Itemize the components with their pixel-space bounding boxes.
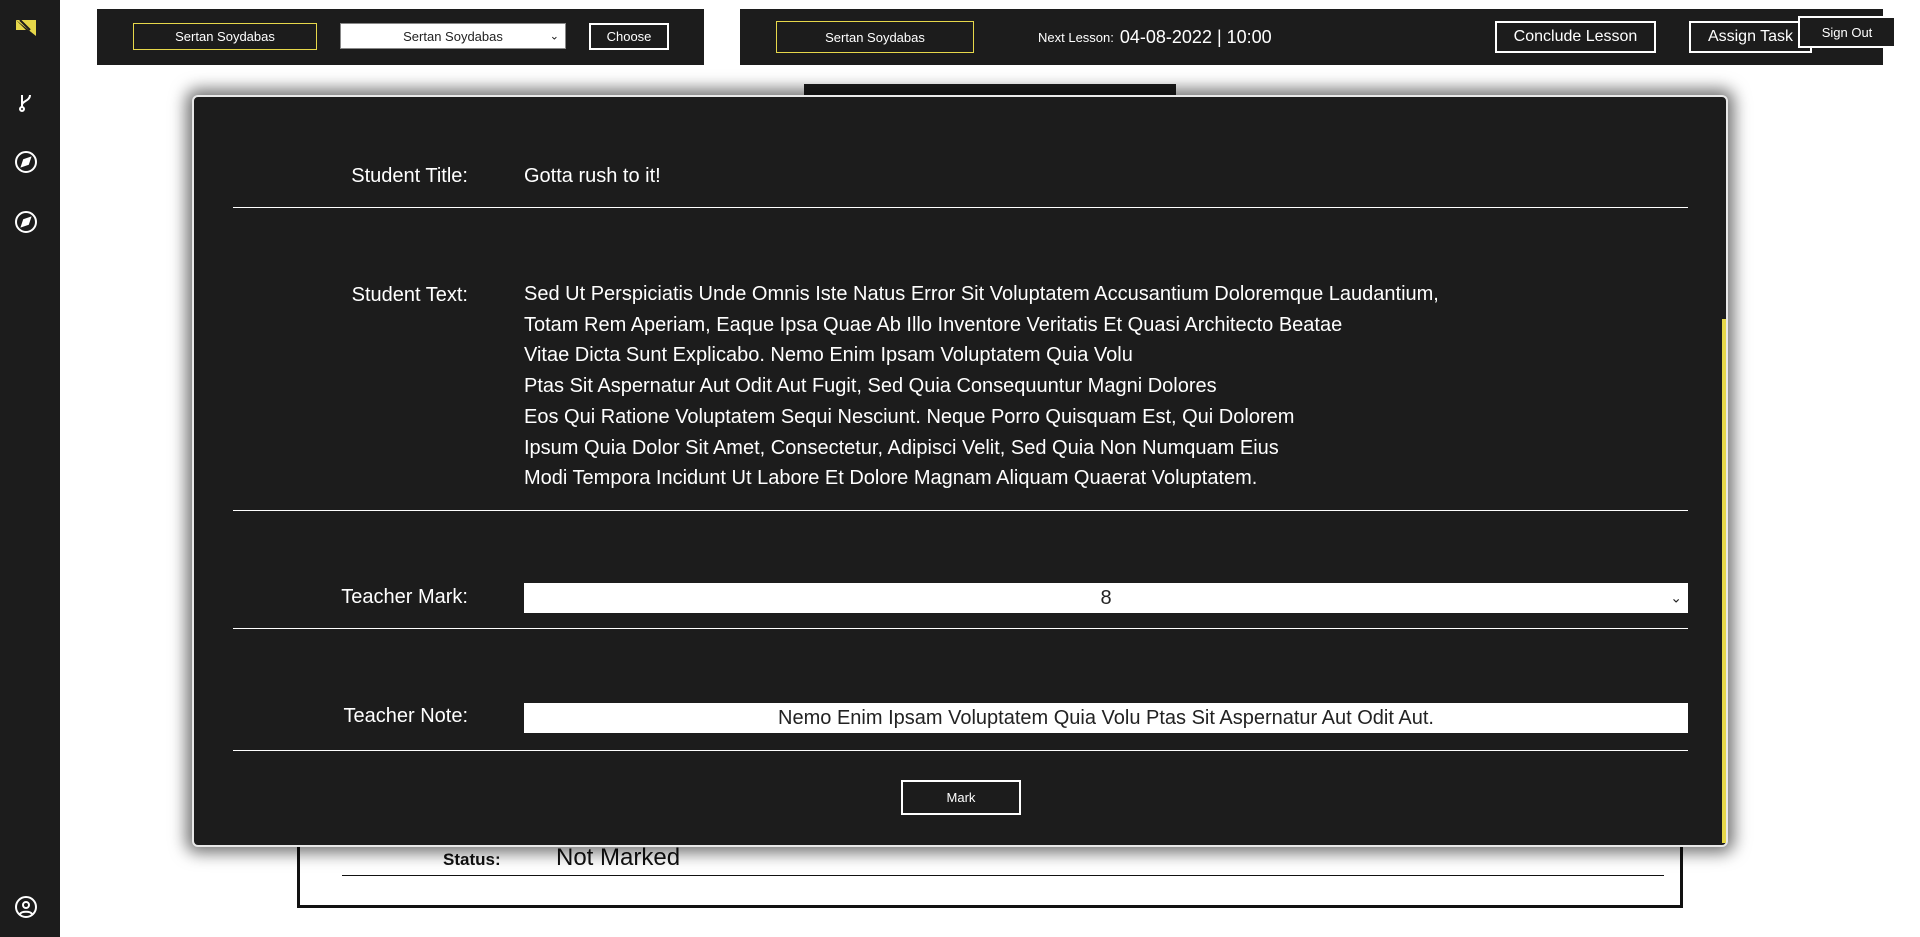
next-lesson-label: Next Lesson: xyxy=(1038,29,1114,45)
branch-icon[interactable] xyxy=(10,86,42,118)
scrollbar[interactable] xyxy=(1722,319,1726,843)
student-select[interactable]: Sertan Soydabas ⌄ xyxy=(340,23,566,49)
teacher-mark-label: Teacher Mark: xyxy=(341,586,468,608)
teacher-mark-value: 8 xyxy=(1100,586,1112,609)
chevron-down-icon: ⌄ xyxy=(549,30,559,43)
user-circle-icon[interactable] xyxy=(10,891,42,923)
assign-task-button[interactable]: Assign Task xyxy=(1689,21,1812,53)
compass-icon[interactable] xyxy=(10,146,42,178)
sidebar xyxy=(0,0,60,937)
divider xyxy=(233,750,1688,751)
student-text-line: Sed Ut Perspiciatis Unde Omnis Iste Natu… xyxy=(524,283,1439,305)
mark-task-modal: Student Title: Gotta rush to it! Student… xyxy=(192,95,1728,847)
student-selector-bar: Sertan Soydabas Sertan Soydabas ⌄ Choose xyxy=(97,9,704,65)
divider xyxy=(233,510,1688,511)
logo-icon[interactable] xyxy=(10,12,42,44)
teacher-note-value: Nemo Enim Ipsam Voluptatem Quia Volu Pta… xyxy=(778,706,1434,729)
status-value: Not Marked xyxy=(556,844,681,871)
student-text-line: Eos Qui Ratione Voluptatem Sequi Nesciun… xyxy=(524,405,1295,428)
divider xyxy=(233,207,1688,208)
sign-out-button[interactable]: Sign Out xyxy=(1798,16,1896,48)
student-text-label: Student Text: xyxy=(351,284,468,306)
student-text-line: Ptas Sit Aspernatur Aut Odit Aut Fugit, … xyxy=(524,375,1217,398)
student-text-line: Vitae Dicta Sunt Explicabo. Nemo Enim Ip… xyxy=(524,344,1133,367)
choose-button[interactable]: Choose xyxy=(589,23,669,50)
chevron-down-icon: ⌄ xyxy=(1670,589,1682,606)
selected-student-name: Sertan Soydabas xyxy=(133,23,317,50)
student-text-line: Totam Rem Aperiam, Eaque Ipsa Quae Ab Il… xyxy=(524,313,1343,336)
next-lesson-value: 04-08-2022 | 10:00 xyxy=(1119,26,1272,47)
status-label: Status: xyxy=(443,850,501,869)
current-student-name: Sertan Soydabas xyxy=(776,21,974,53)
teacher-note-label: Teacher Note: xyxy=(343,705,468,727)
teacher-mark-select[interactable]: 8 ⌄ xyxy=(524,583,1688,613)
student-text-line: Modi Tempora Incidunt Ut Labore Et Dolor… xyxy=(524,467,1258,490)
student-text-body: Sed Ut Perspiciatis Unde Omnis Iste Natu… xyxy=(524,279,1439,494)
teacher-note-input[interactable]: Nemo Enim Ipsam Voluptatem Quia Volu Pta… xyxy=(524,703,1688,733)
divider xyxy=(233,628,1688,629)
mark-button[interactable]: Mark xyxy=(901,780,1021,815)
student-title-value: Gotta rush to it! xyxy=(524,165,661,187)
student-title-label: Student Title: xyxy=(351,165,468,187)
student-select-value: Sertan Soydabas xyxy=(403,28,503,44)
student-text-line: Ipsum Quia Dolor Sit Amet, Consectetur, … xyxy=(524,436,1279,459)
compass-icon[interactable] xyxy=(10,206,42,238)
lesson-bar: Sertan Soydabas Next Lesson: 04-08-2022 … xyxy=(740,9,1896,65)
divider xyxy=(342,875,1664,876)
conclude-lesson-button[interactable]: Conclude Lesson xyxy=(1495,21,1656,53)
next-lesson-info: Next Lesson: 04-08-2022 | 10:00 xyxy=(1038,9,1272,65)
